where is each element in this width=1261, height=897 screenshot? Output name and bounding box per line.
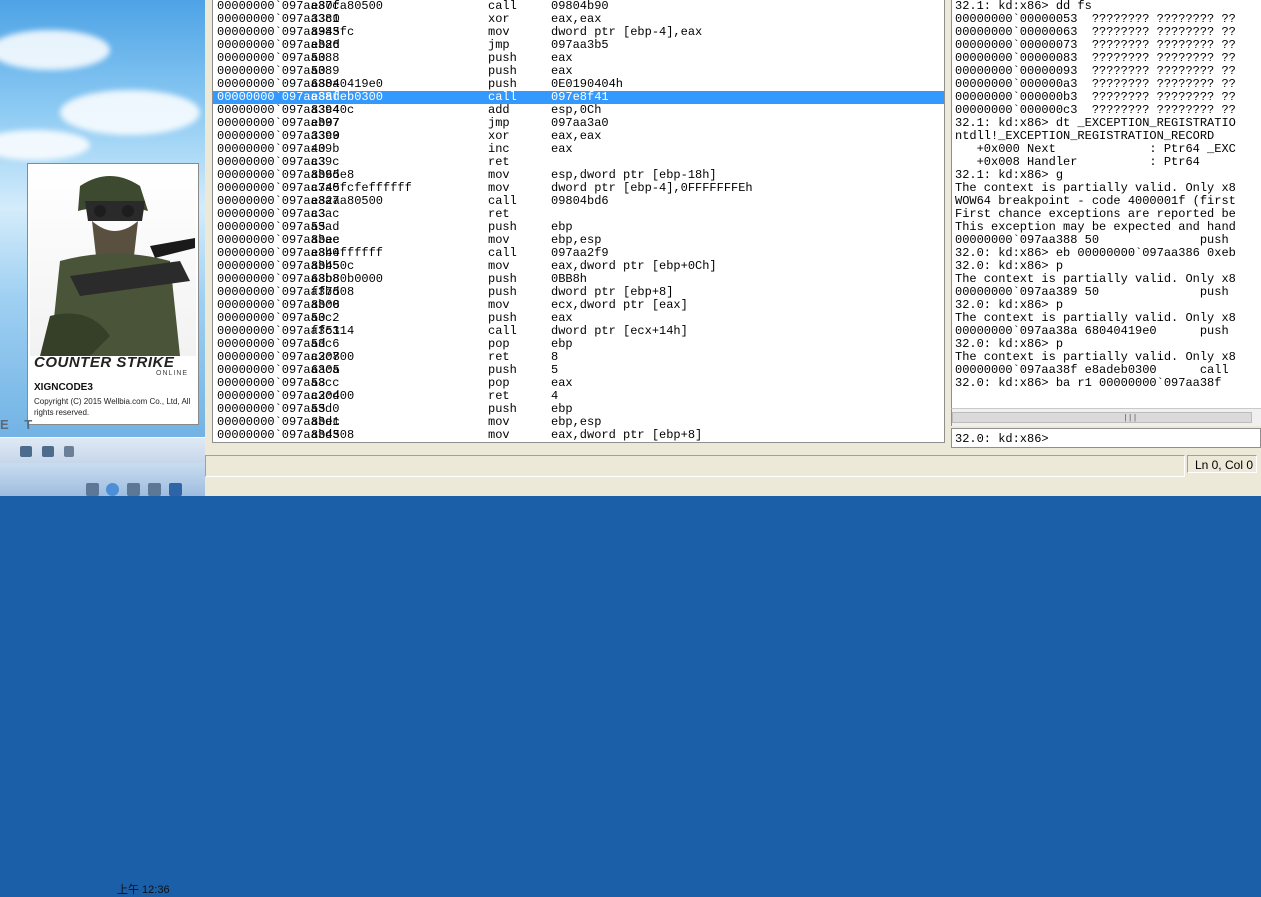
system-clock[interactable]: 上午 12:36 — [117, 881, 170, 897]
disasm-mnemonic: mov — [488, 428, 510, 442]
debugger-window: 00000000`097aa37c e80fa80500 call 09804b90 0… — [205, 0, 1261, 496]
disasm-operands: eax,dword ptr [ebp+8] — [551, 428, 703, 442]
volume-icon[interactable] — [64, 446, 74, 457]
command-output-pane[interactable]: 32.1: kd:x86> dd fs 00000000`00000053 ???… — [951, 0, 1261, 408]
disassembly-pane[interactable]: 00000000`097aa37c e80fa80500 call 09804b90 0… — [212, 0, 945, 443]
cloud — [60, 90, 200, 135]
copyright-text: Copyright (C) 2015 Wellbia.com Co., Ltd,… — [34, 397, 191, 417]
disasm-bytes: 8b4508 — [311, 428, 355, 442]
desktop-background: COUNTER STRIKE ONLINE XIGNCODE3 Copyrigh… — [0, 0, 205, 896]
system-tray: 上午 12:36 — [0, 437, 205, 896]
cloud — [0, 130, 90, 160]
cursor-position: Ln 0, Col 0 — [1187, 455, 1257, 473]
command-output-line: 32.0: kd:x86> ba r1 00000000`097aa38f — [955, 376, 1222, 390]
soldier-artwork — [30, 166, 196, 356]
product-name: XIGNCODE3 — [34, 382, 93, 393]
drive-icon[interactable] — [86, 483, 99, 496]
disasm-operands: eax — [551, 142, 573, 156]
soldier-illustration — [40, 176, 195, 356]
command-prompt-label: 32.0: kd:x86> — [955, 432, 1049, 446]
command-input-row: 32.0: kd:x86> — [951, 428, 1261, 448]
grip-icon: ||| — [1123, 414, 1138, 423]
globe-icon[interactable] — [106, 483, 119, 496]
disasm-operands: 09804bd6 — [551, 194, 609, 208]
cloud — [0, 30, 110, 70]
scrollbar-thumb[interactable]: ||| — [952, 412, 1252, 423]
disasm-row[interactable]: 00000000`097aa3d3 8b4508 mov eax,dword ptr … — [213, 429, 944, 442]
printer-icon[interactable] — [148, 483, 161, 496]
status-bar: Ln 0, Col 0 — [205, 455, 1261, 496]
logo-subtitle: ONLINE — [156, 370, 189, 377]
window-icon[interactable] — [127, 483, 140, 496]
monitor-icon[interactable] — [42, 446, 54, 457]
network-icon[interactable] — [20, 446, 32, 457]
shield-icon[interactable] — [169, 483, 182, 496]
command-horizontal-scrollbar[interactable]: ||| — [951, 408, 1261, 426]
status-message-area — [205, 455, 1185, 477]
command-input[interactable] — [1070, 430, 1256, 446]
desktop-watermark: E T — [0, 417, 39, 432]
xigncode-splash-window: COUNTER STRIKE ONLINE XIGNCODE3 Copyrigh… — [27, 163, 199, 425]
quick-launch-bar — [0, 463, 205, 496]
counter-strike-logo: COUNTER STRIKE — [34, 354, 175, 371]
